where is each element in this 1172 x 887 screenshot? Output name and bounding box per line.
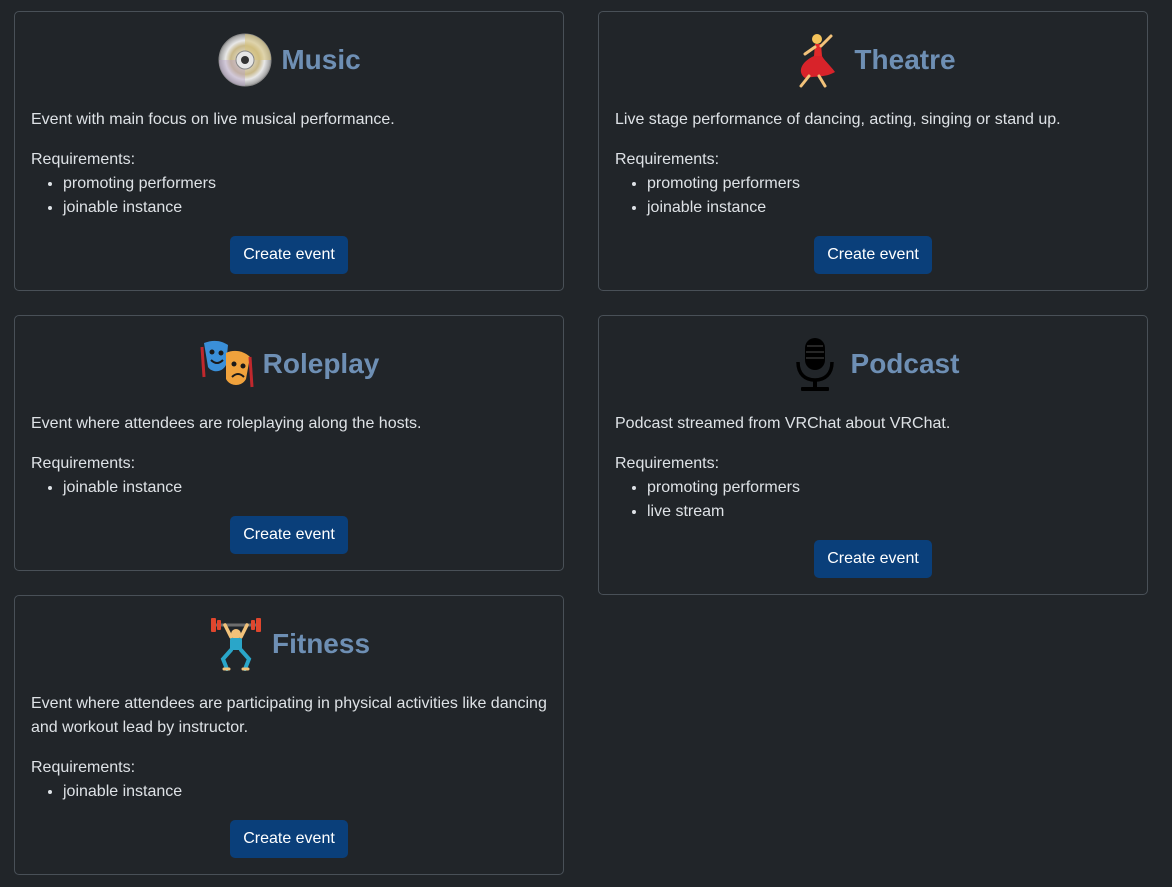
weightlifter-icon [208, 616, 264, 672]
event-card-podcast: Podcast Podcast streamed from VRChat abo… [598, 315, 1148, 595]
event-card-fitness: Fitness Event where attendees are partic… [14, 595, 564, 875]
event-card-theatre: Theatre Live stage performance of dancin… [598, 11, 1148, 291]
requirement-item: promoting performers [647, 172, 1131, 196]
requirements-label: Requirements: [615, 455, 720, 472]
requirement-item: joinable instance [63, 780, 547, 804]
requirement-item: joinable instance [63, 196, 547, 220]
card-title: Fitness [271, 628, 371, 659]
dancer-icon [790, 32, 846, 88]
requirements-label: Requirements: [31, 151, 136, 168]
theater-masks-icon [199, 336, 255, 392]
requirement-item: promoting performers [647, 476, 1131, 500]
card-header: Roleplay [31, 316, 547, 400]
requirement-item: promoting performers [63, 172, 547, 196]
create-event-button[interactable]: Create event [230, 236, 348, 274]
card-header: Music [31, 12, 547, 96]
card-header: Fitness [31, 596, 547, 680]
card-title: Roleplay [262, 348, 380, 379]
card-title: Theatre [854, 44, 956, 75]
event-card-music: Music Event with main focus on live musi… [14, 11, 564, 291]
requirement-item: joinable instance [647, 196, 1131, 220]
requirements-list: joinable instance [31, 476, 547, 500]
card-title: Podcast [850, 348, 960, 379]
create-event-button[interactable]: Create event [230, 820, 348, 858]
requirements-list: joinable instance [31, 780, 547, 804]
requirements-list: promoting performers live stream [615, 476, 1131, 524]
create-event-button[interactable]: Create event [814, 236, 932, 274]
card-description: Podcast streamed from VRChat about VRCha… [615, 415, 951, 432]
card-title: Music [281, 44, 361, 75]
card-description: Live stage performance of dancing, actin… [615, 111, 1061, 128]
card-description: Event with main focus on live musical pe… [31, 111, 395, 128]
create-event-button[interactable]: Create event [814, 540, 932, 578]
card-header: Podcast [615, 316, 1131, 400]
microphone-icon [787, 336, 843, 392]
requirement-item: live stream [647, 500, 1131, 524]
card-header: Theatre [615, 12, 1131, 96]
create-event-button[interactable]: Create event [230, 516, 348, 554]
requirements-label: Requirements: [31, 759, 136, 776]
requirements-label: Requirements: [615, 151, 720, 168]
event-card-roleplay: Roleplay Event where attendees are rolep… [14, 315, 564, 571]
requirement-item: joinable instance [63, 476, 547, 500]
cd-disc-icon [217, 32, 273, 88]
requirements-list: promoting performers joinable instance [31, 172, 547, 220]
requirements-label: Requirements: [31, 455, 136, 472]
card-description: Event where attendees are participating … [31, 695, 547, 736]
requirements-list: promoting performers joinable instance [615, 172, 1131, 220]
card-description: Event where attendees are roleplaying al… [31, 415, 422, 432]
